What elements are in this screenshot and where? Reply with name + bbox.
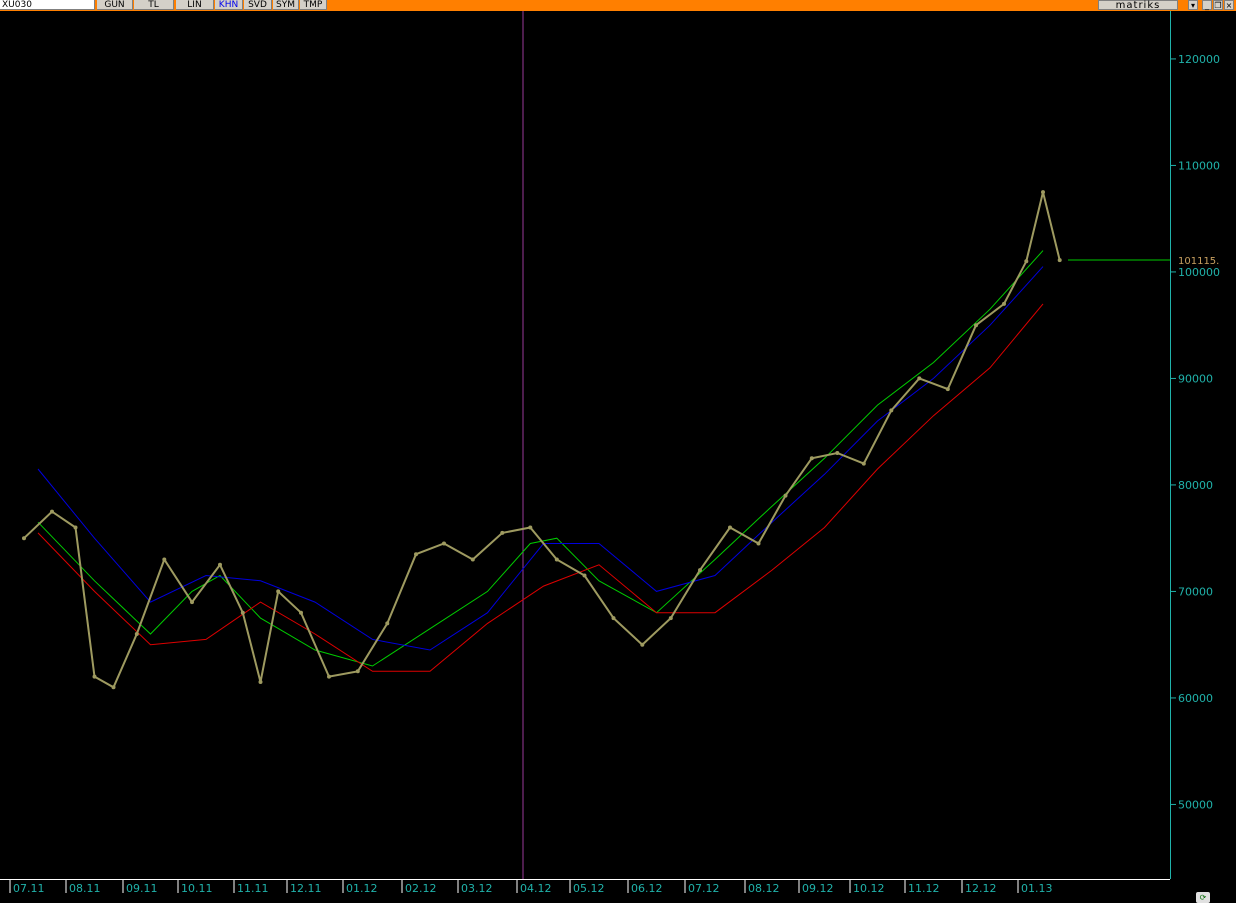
y-tick-label: 100000 <box>1178 266 1220 279</box>
currency-button-tl[interactable]: TL <box>134 0 174 10</box>
x-tick-label: 11.12 <box>908 882 940 895</box>
x-tick-label: 09.11 <box>126 882 158 895</box>
minimize-icon[interactable]: _ <box>1202 0 1212 10</box>
brand-logo: matriks <box>1098 0 1178 11</box>
y-tick-label: 120000 <box>1178 53 1220 66</box>
price-chart[interactable]: 50000 60000 70000 80000 90000 100000 110000 120… <box>0 11 1236 903</box>
x-tick-label: 03.12 <box>461 882 493 895</box>
x-tick-label: 10.11 <box>181 882 213 895</box>
x-tick-label: 10.12 <box>853 882 885 895</box>
y-tick-label: 90000 <box>1178 372 1213 385</box>
scale-button-lin[interactable]: LIN <box>176 0 214 10</box>
x-tick-label: 07.11 <box>13 882 45 895</box>
x-tick-label: 01.13 <box>1021 882 1053 895</box>
status-icon[interactable]: ⟳ <box>1196 892 1210 903</box>
y-tick-label: 80000 <box>1178 479 1213 492</box>
y-tick-label: 60000 <box>1178 692 1213 705</box>
indicator-line-1 <box>37 266 1044 651</box>
button-svd[interactable]: SVD <box>244 0 272 10</box>
x-tick-label: 12.12 <box>965 882 997 895</box>
dropdown-icon[interactable]: ▾ <box>1188 0 1198 10</box>
close-icon[interactable]: × <box>1224 0 1234 10</box>
indicator-line-2 <box>37 303 1044 672</box>
indicator-line-0 <box>37 250 1044 667</box>
top-toolbar: XU030 GUN TL LIN KHN SVD SYM TMP matriks… <box>0 0 1236 11</box>
x-tick-label: 01.12 <box>346 882 378 895</box>
x-tick-label: 02.12 <box>405 882 437 895</box>
x-tick-label: 12.11 <box>290 882 322 895</box>
x-tick-label: 05.12 <box>573 882 605 895</box>
chart-type-button-khn[interactable]: KHN <box>215 0 243 10</box>
y-tick-label: 70000 <box>1178 585 1213 598</box>
button-sym[interactable]: SYM <box>273 0 299 10</box>
period-button-gun[interactable]: GUN <box>97 0 133 10</box>
x-tick-label: 08.11 <box>69 882 101 895</box>
symbol-field[interactable]: XU030 <box>0 0 95 10</box>
restore-icon[interactable]: ❐ <box>1213 0 1223 10</box>
x-tick-label: 11.11 <box>237 882 269 895</box>
x-tick-label: 04.12 <box>520 882 552 895</box>
price-line <box>23 191 1061 689</box>
x-tick-label: 06.12 <box>631 882 663 895</box>
x-tick-label: 09.12 <box>802 882 834 895</box>
y-tick-label: 110000 <box>1178 159 1220 172</box>
button-tmp[interactable]: TMP <box>300 0 327 10</box>
y-tick-label: 50000 <box>1178 798 1213 811</box>
x-tick-label: 07.12 <box>688 882 720 895</box>
x-tick-label: 08.12 <box>748 882 780 895</box>
last-price-label: 101115. <box>1178 256 1219 267</box>
